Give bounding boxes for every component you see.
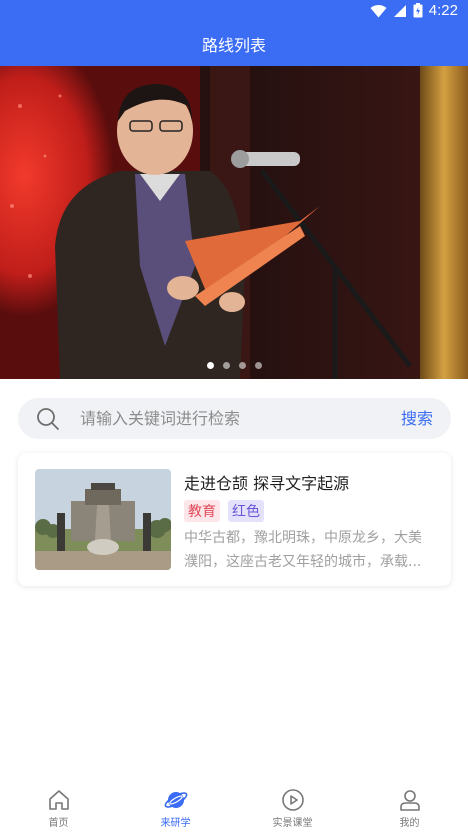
route-tags: 教育 红色 [184, 500, 264, 522]
tag-red-tourism: 红色 [228, 500, 264, 522]
route-title: 走进仓颉 探寻文字起源 [184, 474, 350, 493]
bottom-nav: 首页 来研学 实景课堂 我的 [0, 782, 468, 834]
user-icon [399, 790, 420, 811]
nav-item-classroom[interactable]: 实景课堂 [234, 782, 351, 834]
status-time: 4:22 [428, 2, 458, 19]
nav-label: 首页 [48, 818, 69, 829]
wifi-icon [370, 4, 387, 18]
nav-label: 来研学 [160, 818, 191, 829]
nav-item-study[interactable]: 来研学 [117, 782, 234, 834]
banner-carousel[interactable] [0, 66, 468, 379]
home-icon [48, 790, 69, 810]
battery-icon [413, 3, 423, 18]
nav-item-home[interactable]: 首页 [0, 782, 117, 834]
carousel-indicator [0, 362, 468, 369]
description-line: 濮阳，这座古老又年轻的城市，承载... [184, 554, 422, 570]
nav-item-profile[interactable]: 我的 [351, 782, 468, 834]
search-icon [37, 408, 59, 430]
planet-icon [164, 792, 187, 808]
search-button[interactable]: 搜索 [401, 398, 433, 439]
search-input[interactable] [80, 398, 370, 439]
search-bar: 搜索 [18, 398, 451, 439]
carousel-dot[interactable] [206, 362, 214, 369]
route-card[interactable]: 走进仓颉 探寻文字起源 教育 红色 中华古都，豫北明珠，中原龙乡，大美 濮阳，这… [18, 453, 451, 586]
nav-label: 我的 [399, 818, 420, 829]
status-bar: 4:22 [0, 0, 468, 24]
tag-education: 教育 [184, 500, 220, 522]
carousel-dot[interactable] [254, 362, 262, 369]
route-thumbnail [35, 469, 171, 570]
banner-image [0, 66, 468, 379]
carousel-dot[interactable] [222, 362, 230, 369]
description-line: 中华古都，豫北明珠，中原龙乡，大美 [184, 530, 422, 546]
page-title: 路线列表 [201, 36, 266, 55]
signal-icon [393, 4, 406, 17]
carousel-dot[interactable] [238, 362, 246, 369]
nav-label: 实景课堂 [272, 818, 313, 829]
route-description: 中华古都，豫北明珠，中原龙乡，大美 濮阳，这座古老又年轻的城市，承载... [184, 526, 436, 574]
play-circle-icon [281, 789, 304, 811]
app-header: 4:22 路线列表 [0, 0, 468, 66]
